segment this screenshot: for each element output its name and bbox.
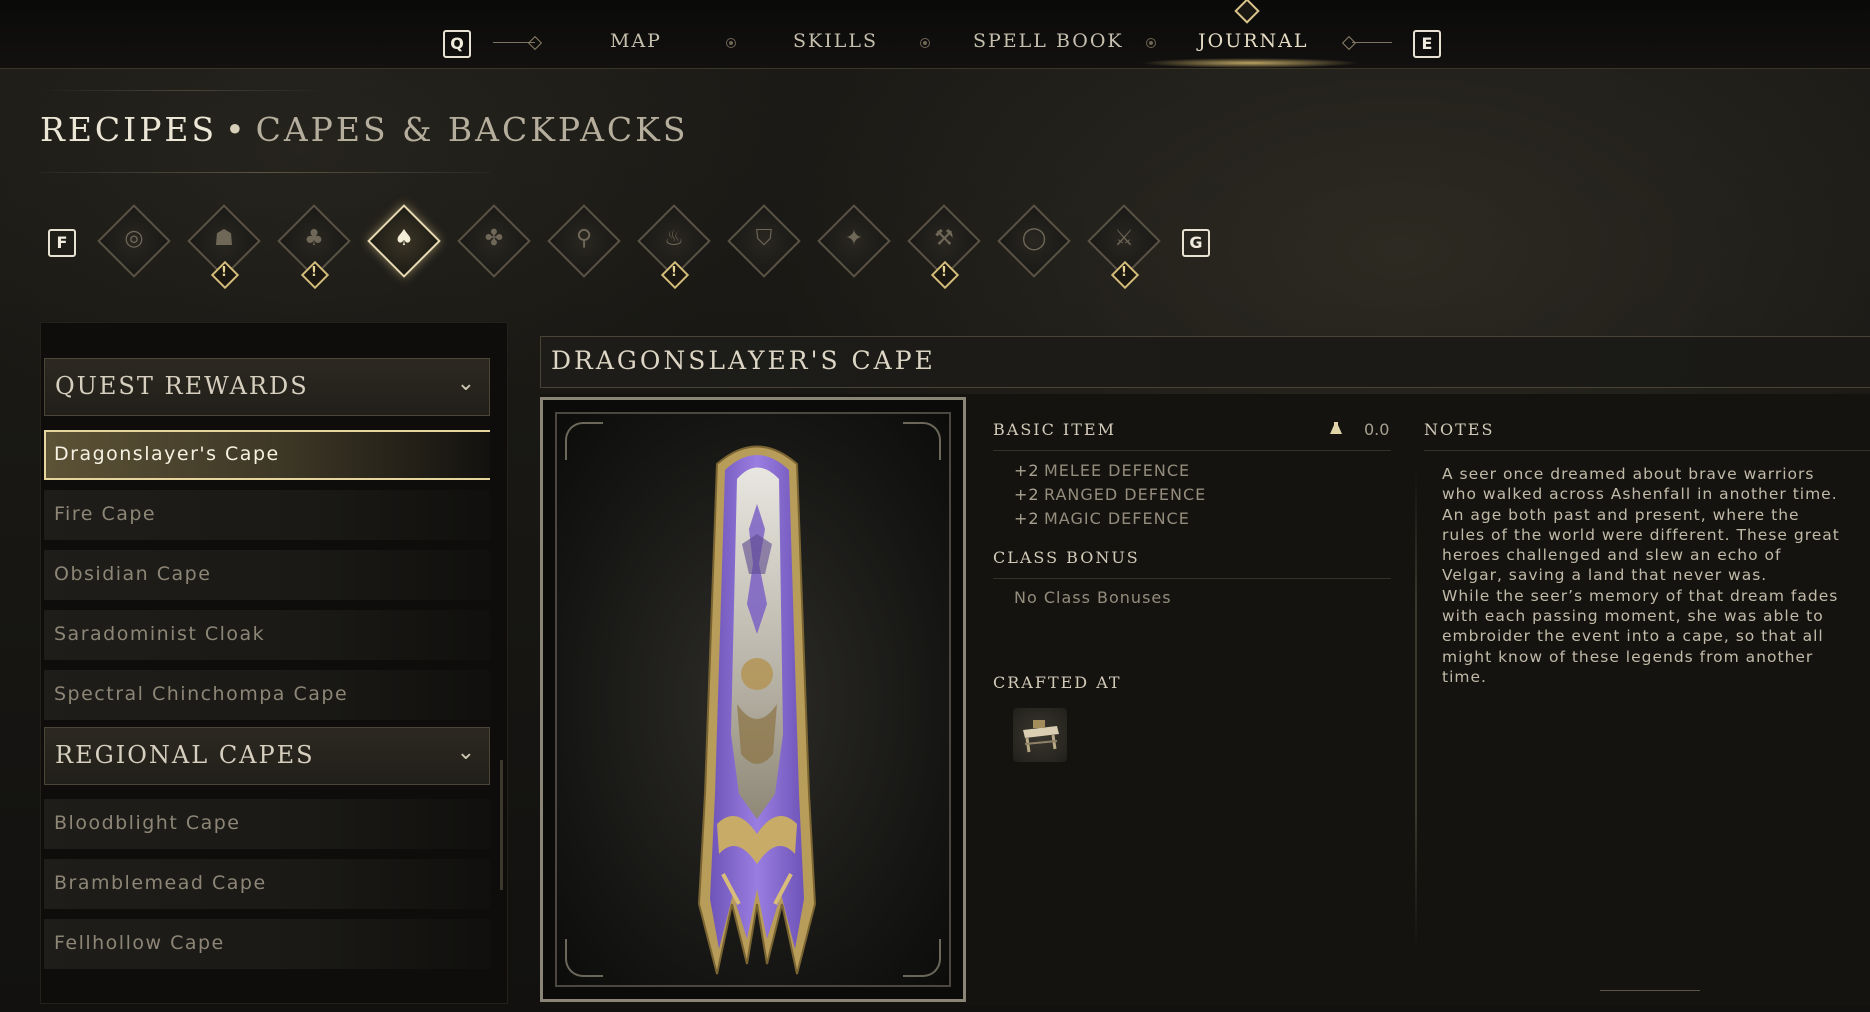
stat-label: RANGED DEFENCE [1044, 485, 1207, 504]
page-title-separator: • [225, 110, 248, 149]
weight-icon [1330, 422, 1342, 434]
stat-value: +2 [1014, 461, 1040, 480]
cape-icon: ♠ [394, 226, 414, 251]
next-category-key[interactable]: G [1182, 229, 1210, 257]
nav-separator-icon [920, 38, 930, 48]
list-item-label: Fire Cape [54, 503, 157, 525]
nav-diamond-icon [527, 35, 543, 51]
nav-diamond-icon [1341, 35, 1357, 51]
detail-title: DRAGONSLAYER'S CAPE [551, 346, 936, 375]
crafting-table-icon[interactable] [1013, 708, 1067, 762]
pickaxe-icon: ⚒ [934, 226, 954, 251]
top-navigation-bar: Q MAP SKILLS SPELL BOOK JOURNAL E [0, 0, 1870, 69]
class-bonus-label: CLASS BONUS [993, 548, 1140, 567]
alert-mark: ! [671, 265, 677, 280]
list-scrollbar[interactable] [500, 760, 503, 890]
prev-tab-key[interactable]: Q [443, 30, 471, 58]
next-tab-key[interactable]: E [1413, 30, 1441, 58]
divider [993, 578, 1391, 579]
list-item-label: Dragonslayer's Cape [54, 443, 280, 465]
alert-mark: ! [311, 265, 317, 280]
list-item-label: Saradominist Cloak [54, 623, 266, 645]
stat-ranged-defence: +2 RANGED DEFENCE [1014, 485, 1206, 504]
stat-label: MAGIC DEFENCE [1044, 509, 1190, 528]
alert-mark: ! [941, 265, 947, 280]
stat-value: +2 [1014, 509, 1040, 528]
list-item-bramblemead-cape[interactable]: Bramblemead Cape [44, 859, 490, 909]
page-title: RECIPES • CAPES & BACKPACKS [40, 110, 688, 149]
list-item-label: Obsidian Cape [54, 563, 212, 585]
list-item-fire-cape[interactable]: Fire Cape [44, 490, 490, 540]
frame-corner [565, 422, 603, 460]
class-bonus-value: No Class Bonuses [1014, 588, 1172, 607]
tab-journal[interactable]: JOURNAL [1198, 30, 1308, 52]
list-item-saradominist-cloak[interactable]: Saradominist Cloak [44, 610, 490, 660]
notes-divider [1415, 470, 1417, 950]
list-item-label: Spectral Chinchompa Cape [54, 683, 349, 705]
list-item-obsidian-cape[interactable]: Obsidian Cape [44, 550, 490, 600]
page-title-section: RECIPES [40, 110, 218, 149]
list-item-bloodblight-cape[interactable]: Bloodblight Cape [44, 799, 490, 849]
crafted-at-label: CRAFTED AT [993, 673, 1122, 692]
stat-value: +2 [1014, 485, 1040, 504]
notes-label: NOTES [1424, 420, 1495, 439]
chevron-down-icon: ⌄ [456, 740, 475, 765]
active-tab-glow [1140, 58, 1360, 68]
frame-corner [565, 939, 603, 977]
alert-mark: ! [221, 265, 227, 280]
bottom-ornament [1600, 990, 1700, 991]
ring-icon: ◯ [1021, 226, 1047, 251]
active-tab-marker-icon [1234, 0, 1260, 24]
group-header-regional-capes[interactable]: REGIONAL CAPES ⌄ [44, 727, 490, 785]
group-label: REGIONAL CAPES [55, 741, 315, 769]
list-item-spectral-chinchompa-cape[interactable]: Spectral Chinchompa Cape [44, 670, 490, 720]
chevron-down-icon: ⌄ [456, 371, 475, 396]
nav-separator-icon [1146, 38, 1156, 48]
frame-corner [903, 939, 941, 977]
alert-mark: ! [1121, 265, 1127, 280]
frame-corner [903, 422, 941, 460]
sparkle-icon: ✦ [844, 226, 864, 251]
group-header-quest-rewards[interactable]: QUEST REWARDS ⌄ [44, 358, 490, 416]
divider [1424, 450, 1870, 451]
item-image-backdrop [555, 412, 951, 987]
stat-label: MELEE DEFENCE [1044, 461, 1191, 480]
notes-text: A seer once dreamed about brave warriors… [1442, 465, 1840, 686]
detail-header: DRAGONSLAYER'S CAPE [540, 336, 1870, 388]
nav-separator-icon [726, 38, 736, 48]
stat-melee-defence: +2 MELEE DEFENCE [1014, 461, 1190, 480]
helmet-ring-icon: ◎ [124, 226, 144, 251]
campfire-icon: ♨ [664, 226, 684, 251]
shield-icon: ⛉ [755, 226, 773, 251]
crafting-table-graphic [1023, 720, 1059, 753]
tab-spell-book[interactable]: SPELL BOOK [973, 30, 1124, 52]
page-title-category: CAPES & BACKPACKS [255, 110, 689, 149]
list-item-label: Bramblemead Cape [54, 872, 267, 894]
list-item-label: Bloodblight Cape [54, 812, 241, 834]
axe-icon: ⚔ [1114, 226, 1134, 251]
title-divider [40, 172, 490, 173]
item-image-frame [540, 397, 966, 1002]
item-weight: 0.0 [1364, 420, 1390, 439]
basic-item-label: BASIC ITEM [993, 420, 1116, 439]
tab-skills[interactable]: SKILLS [793, 30, 878, 52]
group-label: QUEST REWARDS [55, 372, 309, 400]
list-item-label: Fellhollow Cape [54, 932, 225, 954]
list-item-fellhollow-cape[interactable]: Fellhollow Cape [44, 919, 490, 969]
prev-category-key[interactable]: F [48, 229, 76, 257]
list-item-dragonslayers-cape[interactable]: Dragonslayer's Cape [44, 430, 490, 480]
feather-icon: ⚲ [575, 226, 593, 251]
hood-icon: ☗ [214, 226, 234, 251]
divider [993, 450, 1391, 451]
dragonslayers-cape-image [697, 445, 817, 975]
nav-connector [1352, 42, 1392, 43]
clover-icon: ✤ [484, 226, 504, 251]
tab-map[interactable]: MAP [610, 30, 662, 52]
herbs-icon: ♣ [304, 226, 324, 251]
title-top-divider [40, 90, 330, 91]
stat-magic-defence: +2 MAGIC DEFENCE [1014, 509, 1190, 528]
